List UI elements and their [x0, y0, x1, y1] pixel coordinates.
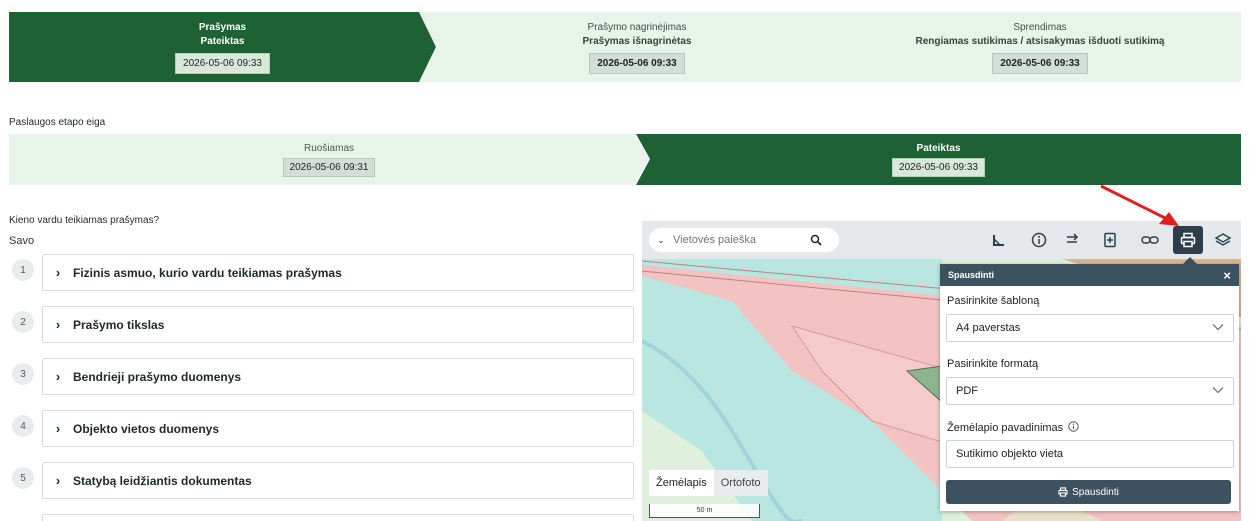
map-name-label-row: Žemėlapio pavadinimas [947, 421, 1079, 435]
chevron-down-icon [1212, 385, 1224, 397]
map-name-value: Sutikimo objekto vieta [956, 448, 1063, 460]
info-icon[interactable] [1024, 226, 1054, 254]
stage-ruosiamas: Ruošiamas 2026-05-06 09:31 [9, 134, 649, 185]
chevron-down-icon [1212, 322, 1224, 334]
step-status: Pateiktas [200, 35, 245, 47]
applicant-answer: Savo [9, 235, 35, 247]
progress-stepper: Prašymas Pateiktas 2026-05-06 09:33 Praš… [9, 12, 1241, 82]
chevron-down-icon[interactable]: ⌄ [649, 235, 673, 246]
close-icon[interactable]: × [1223, 268, 1231, 283]
step-nagrinejimas: Prašymo nagrinėjimas Prašymas išnagrinėt… [419, 12, 855, 82]
stage-date: 2026-05-06 09:33 [892, 158, 985, 177]
annotation-arrow-icon [1100, 184, 1179, 226]
section-number: 4 [12, 415, 34, 437]
section-label: Statybą leidžiantis dokumentas [73, 473, 252, 488]
layer-ortho-button[interactable]: Ortofoto [713, 470, 768, 496]
template-label: Pasirinkite šabloną [947, 295, 1040, 307]
section-label: Bendrieji prašymo duomenys [73, 369, 242, 384]
stage-title: Ruošiamas [303, 143, 355, 154]
step-status: Prašymas išnagrinėtas [582, 35, 692, 47]
applicant-question: Kieno vardu teikiamas prašymas? [9, 215, 160, 226]
search-icon[interactable] [803, 234, 829, 246]
step-title: Prašymo nagrinėjimas [587, 21, 687, 33]
print-button[interactable]: Spausdinti [946, 480, 1231, 504]
step-title: Sprendimas [1013, 21, 1067, 33]
base-layer-switcher: Žemėlapis Ortofoto [649, 470, 768, 496]
section-number: 1 [12, 259, 34, 281]
print-popup-header: Spausdinti × [940, 264, 1239, 286]
accordion-section-1[interactable]: › Fizinis asmuo, kurio vardu teikiamas p… [42, 254, 634, 291]
print-popup: Spausdinti × Pasirinkite šabloną A4 pave… [940, 264, 1239, 511]
step-prasymas: Prašymas Pateiktas 2026-05-06 09:33 [9, 12, 436, 82]
section-number: 5 [12, 467, 34, 489]
format-select[interactable]: PDF [946, 377, 1234, 405]
accordion-section-5[interactable]: › Statybą leidžiantis dokumentas [42, 462, 634, 499]
chevron-right-icon: › [55, 265, 61, 280]
template-value: A4 paverstas [956, 322, 1021, 334]
chevron-right-icon: › [55, 421, 61, 436]
stage-date: 2026-05-06 09:31 [282, 158, 376, 177]
section-number: 3 [12, 363, 34, 385]
accordion-section-2[interactable]: › Prašymo tikslas [42, 306, 634, 343]
step-title: Prašymas [198, 21, 247, 33]
service-stage-stepper: Ruošiamas 2026-05-06 09:31 Pateiktas 202… [9, 134, 1241, 185]
chevron-right-icon: › [55, 473, 61, 488]
stage-pateiktas: Pateiktas 2026-05-06 09:33 [636, 134, 1241, 185]
accordion-section-3[interactable]: › Bendrieji prašymo duomenys [42, 358, 634, 395]
chevron-right-icon: › [55, 317, 61, 332]
section-number: 2 [12, 311, 34, 333]
chevron-right-icon: › [55, 369, 61, 384]
step-date: 2026-05-06 09:33 [992, 52, 1088, 74]
service-stage-label: Paslaugos etapo eiga [9, 117, 106, 128]
section-label: Fizinis asmuo, kurio vardu teikiamas pra… [73, 265, 342, 280]
accordion-section-4[interactable]: › Objekto vietos duomenys [42, 410, 634, 447]
route-icon[interactable] [1058, 226, 1088, 254]
section-label: Objekto vietos duomenys [73, 421, 220, 436]
location-search-input[interactable] [673, 234, 803, 246]
layer-map-button[interactable]: Žemėlapis [649, 470, 714, 496]
location-search[interactable]: ⌄ [649, 228, 839, 252]
scale-bar: 50 m [649, 504, 760, 518]
section-label: Prašymo tikslas [73, 317, 165, 332]
accordion-section-6[interactable] [42, 514, 634, 521]
step-date: 2026-05-06 09:33 [589, 52, 685, 74]
step-sprendimas: Sprendimas Rengiamas sutikimas / atsisak… [839, 12, 1241, 82]
format-value: PDF [956, 385, 978, 397]
print-button-label: Spausdinti [1072, 486, 1119, 498]
format-label: Pasirinkite formatą [947, 358, 1039, 370]
map-name-label: Žemėlapio pavadinimas [947, 422, 1064, 434]
stage-title: Pateiktas [916, 143, 961, 154]
layers-icon[interactable] [1208, 226, 1238, 254]
step-date: 2026-05-06 09:33 [175, 52, 270, 74]
info-icon[interactable] [1068, 421, 1079, 435]
step-status: Rengiamas sutikimas / atsisakymas išduot… [915, 35, 1165, 47]
map-name-input[interactable]: Sutikimo objekto vieta [946, 440, 1234, 468]
printer-icon [1058, 487, 1068, 497]
map-widget[interactable]: ⌄ Spausdinti × [642, 221, 1241, 521]
measure-icon[interactable] [984, 226, 1014, 254]
template-select[interactable]: A4 paverstas [946, 314, 1234, 342]
print-popup-title: Spausdinti [948, 270, 995, 280]
